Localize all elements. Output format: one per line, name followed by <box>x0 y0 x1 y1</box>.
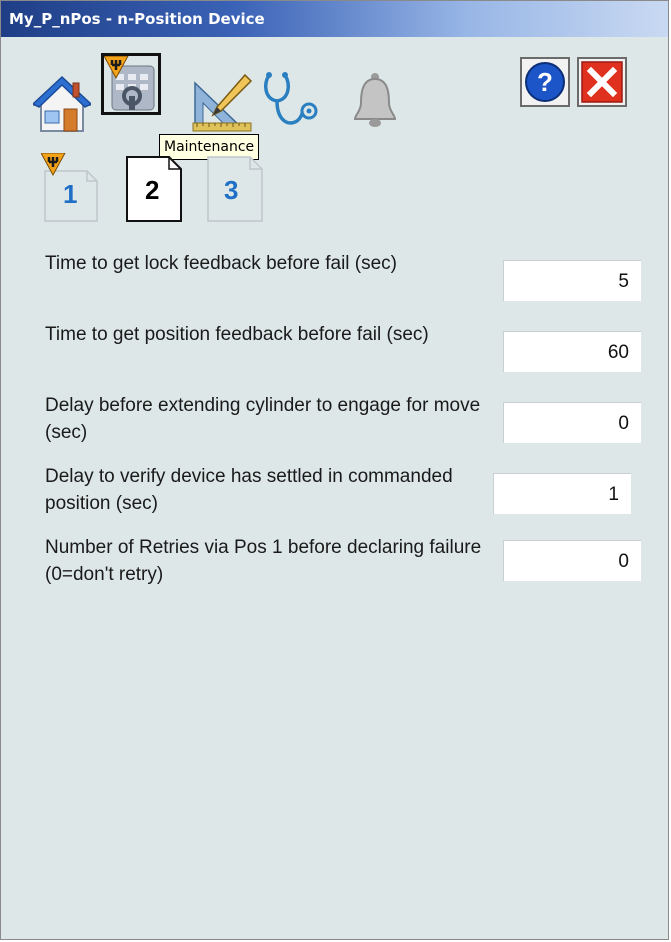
bell-icon <box>353 73 397 127</box>
param-label: Time to get position feedback before fai… <box>45 324 429 345</box>
faceplate-window: My_P_nPos - n-Position Device ? Maintena… <box>0 0 669 940</box>
svg-text:?: ? <box>537 67 553 97</box>
engineering-icon <box>192 73 253 132</box>
help-button[interactable]: ? <box>520 57 570 107</box>
param-label: Number of Retries via Pos 1 before decla… <box>45 537 482 585</box>
home-button[interactable] <box>31 71 93 133</box>
maintenance-button[interactable] <box>101 53 161 115</box>
param-label: Time to get lock feedback before fail (s… <box>45 253 398 274</box>
diagnostics-button[interactable] <box>261 71 321 133</box>
alarms-button[interactable] <box>351 71 399 133</box>
tab-1-label: 1 <box>63 179 78 209</box>
close-icon <box>577 57 627 107</box>
maintenance-icon <box>103 55 155 111</box>
tab-2-label: 2 <box>145 175 160 205</box>
param-label: Delay to verify device has settled in co… <box>45 466 453 514</box>
toolbar: ? <box>1 37 668 137</box>
param-label: Delay before extending cylinder to engag… <box>45 395 481 443</box>
tab-3-label: 3 <box>224 175 239 205</box>
retries-field[interactable]: 0 <box>503 540 641 581</box>
extend-cylinder-delay-field[interactable]: 0 <box>503 402 641 443</box>
title-bar: My_P_nPos - n-Position Device <box>1 1 668 37</box>
tab-3[interactable]: 3 <box>206 153 266 223</box>
tab-2[interactable]: 2 <box>123 153 183 223</box>
home-icon <box>31 75 93 132</box>
tab-1[interactable]: 1 <box>41 153 101 223</box>
help-icon: ? <box>520 57 570 107</box>
settle-delay-field[interactable]: 1 <box>493 473 631 514</box>
position-feedback-time-field[interactable]: 60 <box>503 331 641 372</box>
stethoscope-icon <box>263 72 318 125</box>
lock-feedback-time-field[interactable]: 5 <box>503 260 641 301</box>
engineering-button[interactable] <box>191 71 253 133</box>
close-button[interactable] <box>577 57 627 107</box>
window-title: My_P_nPos - n-Position Device <box>9 10 265 28</box>
